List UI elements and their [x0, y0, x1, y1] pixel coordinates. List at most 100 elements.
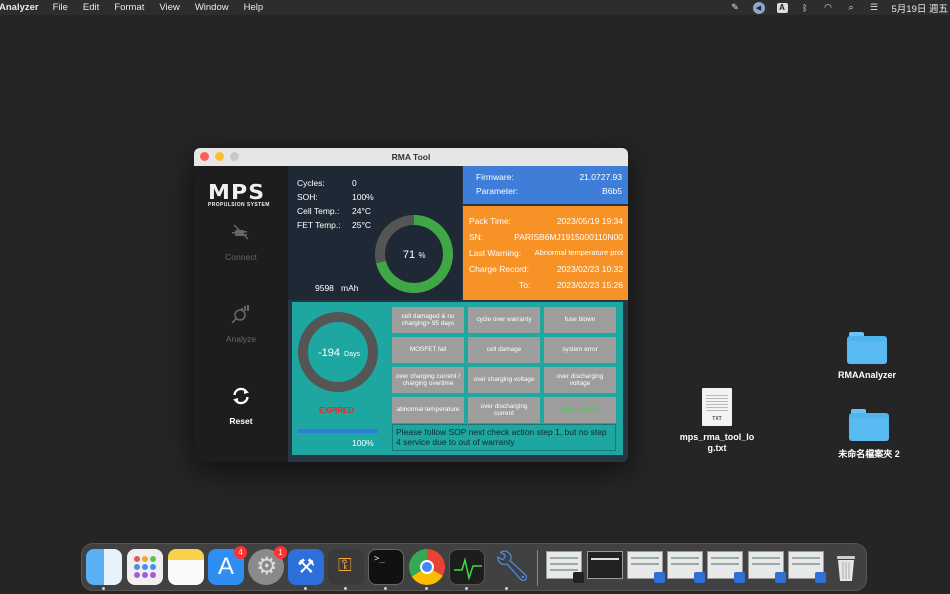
- warranty-panel: -194 Days EXPIRED 100% cell damaged & no…: [292, 302, 623, 455]
- desktop-folder-rmaanalyzer[interactable]: RMAAnalyzer: [826, 332, 908, 380]
- fet-temp-row: FET Temp.: 25°C: [297, 220, 371, 230]
- menu-view[interactable]: View: [159, 2, 179, 13]
- minimized-window-1[interactable]: [546, 551, 584, 583]
- notes-icon[interactable]: [168, 549, 204, 585]
- cycles-value: 0: [352, 178, 357, 188]
- firmware-label: Firmware:: [476, 172, 514, 182]
- dock-separator: [537, 550, 538, 586]
- folder-label: 未命名檔案夾 2: [838, 449, 900, 459]
- menu-file[interactable]: File: [53, 2, 68, 13]
- plug-icon: [231, 222, 251, 242]
- running-dot: [304, 587, 307, 590]
- pack-time-label: Pack Time:: [469, 216, 512, 226]
- minimized-window-7[interactable]: [788, 551, 826, 583]
- rma-tool-window: RMA Tool MPS PROPULSION SYSTEM Connect A…: [194, 148, 628, 462]
- app-store-badge: 4: [234, 546, 247, 559]
- gauge-unit: %: [418, 251, 425, 260]
- minimized-window-4[interactable]: [667, 551, 705, 583]
- minimized-window-3[interactable]: [627, 551, 665, 583]
- zoom-button[interactable]: [230, 152, 239, 161]
- check-mosfet-fail: MOSFET fail: [392, 337, 464, 363]
- soh-label: SOH:: [297, 192, 318, 202]
- keychain-icon[interactable]: ⚿: [328, 549, 364, 585]
- minimize-button[interactable]: [215, 152, 224, 161]
- search-icon[interactable]: ⌕: [846, 2, 857, 12]
- chrome-icon[interactable]: [409, 549, 445, 585]
- last-warning-label: Last Warning:: [469, 248, 522, 258]
- refresh-icon: [231, 386, 251, 406]
- firmware-value: 21.0727.93: [579, 172, 622, 182]
- status-area: ✎ ◀ A ᛒ ◠ ⌕ ☰ 5月19日 週五: [730, 0, 950, 15]
- app-menu[interactable]: Analyzer: [0, 2, 39, 13]
- menu-help[interactable]: Help: [244, 2, 264, 13]
- parameter-label: Parameter:: [476, 186, 519, 196]
- analyze-icon: [231, 304, 251, 324]
- title-bar[interactable]: RMA Tool: [194, 148, 628, 166]
- finder-icon[interactable]: [86, 549, 122, 585]
- input-source-icon[interactable]: ◀: [752, 1, 765, 14]
- capacity: 9598 mAh: [315, 283, 359, 293]
- menubar-clock[interactable]: 5月19日 週五: [892, 1, 949, 15]
- to-label: To:: [519, 280, 531, 290]
- close-button[interactable]: [200, 152, 209, 161]
- desktop-file-log[interactable]: TXT mps_rma_tool_log.txt: [676, 388, 758, 455]
- warranty-status: EXPIRED: [319, 406, 355, 415]
- parameter-value: B6b5: [602, 186, 622, 196]
- sidebar: MPS PROPULSION SYSTEM Connect Analyze Re…: [194, 166, 288, 462]
- xcode-icon[interactable]: ⚒: [288, 549, 324, 585]
- menu-edit[interactable]: Edit: [83, 2, 99, 13]
- menu-window[interactable]: Window: [195, 2, 229, 13]
- stats-panel: Cycles: 0 SOH: 100% Cell Temp.: 24°C FET…: [288, 166, 462, 300]
- trash-icon[interactable]: [828, 549, 864, 585]
- sn-label: SN:: [469, 232, 484, 242]
- charge-record-label: Charge Record:: [469, 264, 530, 274]
- check-cycle-over-warranty: cycle over warranty: [468, 307, 540, 333]
- wifi-icon[interactable]: ◠: [823, 2, 834, 12]
- window-title: RMA Tool: [391, 152, 431, 162]
- cell-temp-row: Cell Temp.: 24°C: [297, 206, 371, 216]
- app-store-icon[interactable]: A 4: [208, 546, 247, 585]
- activity-monitor-icon[interactable]: [449, 549, 485, 585]
- capacity-unit: mAh: [341, 283, 359, 293]
- reset-label: Reset: [229, 416, 253, 426]
- connect-button[interactable]: Connect: [194, 222, 288, 262]
- desktop-folder-untitled[interactable]: 未命名檔案夾 2: [828, 409, 910, 460]
- charge-record-value: 2023/02/23 10:32: [556, 264, 623, 274]
- folder-icon: [849, 409, 889, 441]
- check-cell-damaged-no-charging: cell damaged & no charging> 95 days: [392, 307, 464, 333]
- rma-tool-icon[interactable]: 🔧︎: [489, 549, 531, 585]
- cell-temp-value: 24°C: [352, 206, 371, 216]
- terminal-icon[interactable]: >_: [368, 549, 404, 585]
- bluetooth-icon[interactable]: ᛒ: [800, 3, 811, 13]
- reset-button[interactable]: Reset: [194, 386, 288, 426]
- running-dot: [425, 587, 428, 590]
- running-dot: [344, 587, 347, 590]
- menu-format[interactable]: Format: [114, 2, 144, 13]
- sn-value: PARISB6MJ1915000110N00: [514, 232, 623, 242]
- control-center-icon[interactable]: ☰: [869, 2, 880, 12]
- file-type-tag: TXT: [712, 415, 722, 422]
- file-label: mps_rma_tool_log.txt: [679, 432, 755, 454]
- instruction-message: Please follow SOP next check action step…: [392, 424, 616, 451]
- minimized-window-2[interactable]: [587, 551, 623, 579]
- charge-gauge: 71 %: [375, 215, 453, 293]
- minimized-window-5[interactable]: [707, 551, 745, 583]
- launchpad-icon[interactable]: [127, 549, 163, 585]
- system-settings-icon[interactable]: ⚙ 1: [248, 546, 287, 585]
- minimized-window-6[interactable]: [748, 551, 786, 583]
- input-letter-icon[interactable]: A: [776, 2, 788, 13]
- running-dot: [102, 587, 105, 590]
- fet-temp-label: FET Temp.:: [297, 220, 341, 230]
- pack-time-value: 2023/05/19 19:34: [556, 216, 623, 226]
- pen-icon[interactable]: ✎: [730, 2, 741, 12]
- gauge-value: 71: [403, 249, 415, 261]
- logo-text: MPS: [208, 180, 266, 204]
- check-over-discharging-current: over discharging current: [468, 397, 540, 423]
- cell-temp-label: Cell Temp.:: [297, 206, 340, 216]
- check-over-discharging-voltage: over discharging voltage: [544, 367, 616, 393]
- analyze-button[interactable]: Analyze: [194, 304, 288, 344]
- dock: A 4 ⚙ 1 ⚒ ⚿ >_ 🔧︎: [81, 543, 867, 591]
- check-over-charging-voltage: over charging voltage: [468, 367, 540, 393]
- text-file-icon: TXT: [702, 388, 732, 426]
- running-dot: [384, 587, 387, 590]
